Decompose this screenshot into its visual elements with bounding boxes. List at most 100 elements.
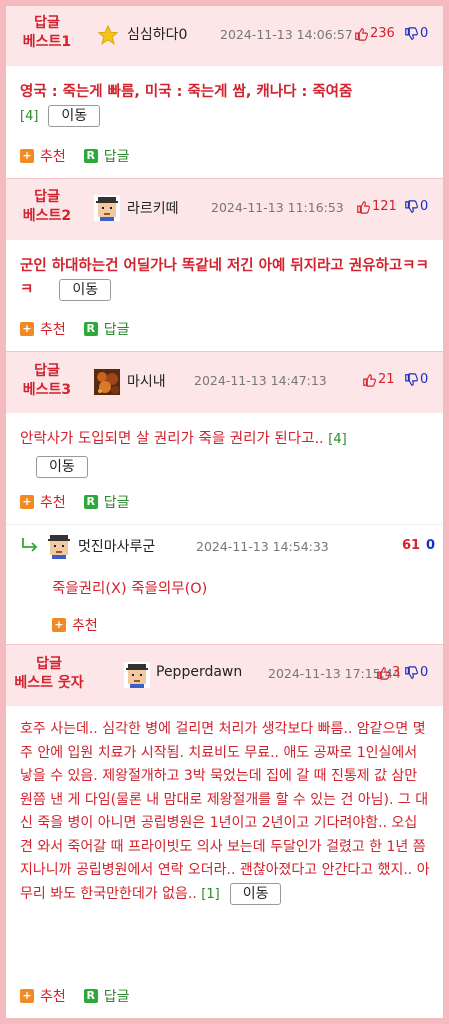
upvote-count[interactable]: 61 bbox=[402, 538, 420, 553]
star-icon bbox=[97, 24, 119, 46]
badge-rank: 베스트 웃자 bbox=[14, 675, 84, 691]
downvote-count: 0 bbox=[420, 372, 429, 387]
thumbs-up-icon bbox=[377, 666, 390, 680]
comment-header: 답글 베스트2 라르키떼 2024-11-13 11:16:53 121 0 bbox=[6, 178, 443, 240]
thumbs-down-icon bbox=[405, 372, 418, 386]
move-button[interactable]: 이동 bbox=[229, 882, 282, 905]
badge-rank: 베스트2 bbox=[22, 208, 72, 224]
badge-rank: 베스트1 bbox=[22, 34, 72, 50]
reply-button[interactable]: R 답글 bbox=[83, 319, 130, 339]
comment-text: 안락사가 도입되면 살 권리가 죽을 권리가 된다고.. bbox=[20, 431, 324, 447]
comment-text: 호주 사는데.. 심각한 병에 걸리면 처리가 생각보다 빠름.. 암같으면 몇… bbox=[20, 721, 430, 902]
reply-icon: R bbox=[83, 989, 98, 1003]
upvote-button[interactable]: 3 bbox=[376, 665, 400, 680]
best-badge: 답글 베스트2 bbox=[6, 188, 88, 226]
nickname-link[interactable]: 멋진마사루군 bbox=[78, 536, 155, 556]
comment-header: 답글 베스트3 마시내 2024-11-13 14:47:13 21 0 bbox=[6, 351, 443, 413]
reply-body: 죽을권리(X) 죽을의무(O) bbox=[52, 577, 422, 601]
move-button[interactable]: 이동 bbox=[48, 105, 101, 127]
upvote-count: 3 bbox=[392, 665, 401, 680]
recommend-label: 추천 bbox=[40, 989, 66, 1005]
reply-button[interactable]: R 답글 bbox=[83, 986, 130, 1006]
timestamp: 2024-11-13 14:06:57 bbox=[220, 27, 353, 42]
downvote-count: 0 bbox=[420, 665, 429, 680]
reply-label: 답글 bbox=[103, 149, 130, 165]
thumbs-down-icon bbox=[405, 26, 418, 40]
thumbs-down-icon bbox=[405, 199, 418, 213]
best-badge: 답글 베스트1 bbox=[6, 14, 88, 52]
recommend-label: 추천 bbox=[40, 495, 66, 511]
recommend-button[interactable]: + 추천 bbox=[20, 146, 66, 166]
downvote-button[interactable]: 0 bbox=[404, 372, 428, 387]
reply-button[interactable]: R 답글 bbox=[83, 146, 130, 166]
plus-icon: + bbox=[20, 322, 34, 336]
comment-list: 답글 베스트1 심심하다0 2024-11-13 14:06:57 236 0 … bbox=[6, 6, 443, 1018]
upvote-button[interactable]: 21 bbox=[362, 372, 395, 387]
nickname-link[interactable]: 라르키떼 bbox=[127, 198, 179, 218]
badge-line: 답글 bbox=[36, 656, 62, 672]
reply-label: 답글 bbox=[103, 322, 130, 338]
badge-line: 답글 bbox=[34, 363, 60, 379]
reply-button[interactable]: R 답글 bbox=[83, 492, 130, 512]
recommend-label: 추천 bbox=[40, 149, 66, 165]
reply-count: [4] bbox=[328, 432, 347, 447]
move-button[interactable]: 이동 bbox=[36, 456, 88, 478]
reply-icon: R bbox=[83, 322, 98, 336]
reply-text: 죽을권리(X) 죽을의무(O) bbox=[52, 581, 208, 597]
plus-icon: + bbox=[20, 149, 34, 163]
reply-count: [1] bbox=[201, 886, 220, 902]
recommend-button[interactable]: + 추천 bbox=[52, 615, 98, 635]
comment-actions: + 추천 R 답글 bbox=[20, 986, 148, 1006]
downvote-count: 0 bbox=[420, 199, 429, 214]
reply-label: 답글 bbox=[103, 989, 130, 1005]
timestamp: 2024-11-13 11:16:53 bbox=[211, 200, 344, 215]
comment-body: 영국 : 죽는게 빠름, 미국 : 죽는게 쌈, 캐나다 : 죽여줌 [4] 이동 bbox=[20, 80, 430, 129]
upvote-count: 21 bbox=[378, 372, 395, 387]
reply-icon: R bbox=[83, 495, 98, 509]
pixel-face-avatar bbox=[94, 195, 120, 221]
reply-label: 답글 bbox=[103, 495, 130, 511]
timestamp: 2024-11-13 14:47:13 bbox=[194, 373, 327, 388]
downvote-button[interactable]: 0 bbox=[404, 665, 428, 680]
thumbs-up-icon bbox=[363, 373, 376, 387]
upvote-count: 236 bbox=[370, 26, 395, 41]
pixel-face-avatar bbox=[46, 533, 72, 559]
best-badge: 답글 베스트3 bbox=[6, 362, 88, 400]
nickname-link[interactable]: 마시내 bbox=[127, 371, 166, 391]
move-button[interactable]: 이동 bbox=[59, 279, 112, 301]
comment-body: 호주 사는데.. 심각한 병에 걸리면 처리가 생각보다 빠름.. 암같으면 몇… bbox=[20, 718, 430, 906]
comment-body: 군인 하대하는건 어딜가나 똑같네 저긴 아예 뒤지라고 권유하고ㅋㅋㅋ 이동 bbox=[20, 254, 430, 302]
comment-body: 안락사가 도입되면 살 권리가 죽을 권리가 된다고.. [4] 이동 bbox=[20, 427, 430, 478]
badge-line: 답글 bbox=[34, 15, 60, 31]
recommend-label: 추천 bbox=[72, 618, 98, 634]
comment-text: 영국 : 죽는게 빠름, 미국 : 죽는게 쌈, 캐나다 : 죽여줌 bbox=[20, 84, 353, 100]
recommend-button[interactable]: + 추천 bbox=[20, 986, 66, 1006]
nickname-link[interactable]: 심심하다0 bbox=[127, 24, 187, 44]
downvote-button[interactable]: 0 bbox=[404, 26, 428, 41]
recommend-button[interactable]: + 추천 bbox=[20, 319, 66, 339]
upvote-button[interactable]: 121 bbox=[356, 199, 397, 214]
badge-rank: 베스트3 bbox=[22, 382, 72, 398]
divider bbox=[6, 524, 443, 525]
pixel-face-avatar bbox=[124, 662, 150, 688]
comment-actions: + 추천 R 답글 bbox=[20, 319, 148, 339]
best-badge: 답글 베스트 웃자 bbox=[6, 655, 92, 693]
badge-line: 답글 bbox=[34, 189, 60, 205]
plus-icon: + bbox=[20, 495, 34, 509]
reply-icon: R bbox=[83, 149, 98, 163]
downvote-count: 0 bbox=[420, 26, 429, 41]
downvote-count[interactable]: 0 bbox=[426, 538, 435, 553]
thumbs-up-icon bbox=[355, 27, 368, 41]
recommend-button[interactable]: + 추천 bbox=[20, 492, 66, 512]
downvote-button[interactable]: 0 bbox=[404, 199, 428, 214]
comment-actions: + 추천 R 답글 bbox=[20, 146, 148, 166]
reply-actions: + 추천 bbox=[52, 615, 116, 635]
thumbs-down-icon bbox=[405, 665, 418, 679]
nickname-link[interactable]: Pepperdawn bbox=[156, 664, 242, 680]
upvote-button[interactable]: 236 bbox=[354, 26, 395, 41]
comment-actions: + 추천 R 답글 bbox=[20, 492, 148, 512]
recommend-label: 추천 bbox=[40, 322, 66, 338]
comment-header: 답글 베스트1 심심하다0 2024-11-13 14:06:57 236 0 bbox=[6, 6, 443, 66]
plus-icon: + bbox=[52, 618, 66, 632]
plus-icon: + bbox=[20, 989, 34, 1003]
